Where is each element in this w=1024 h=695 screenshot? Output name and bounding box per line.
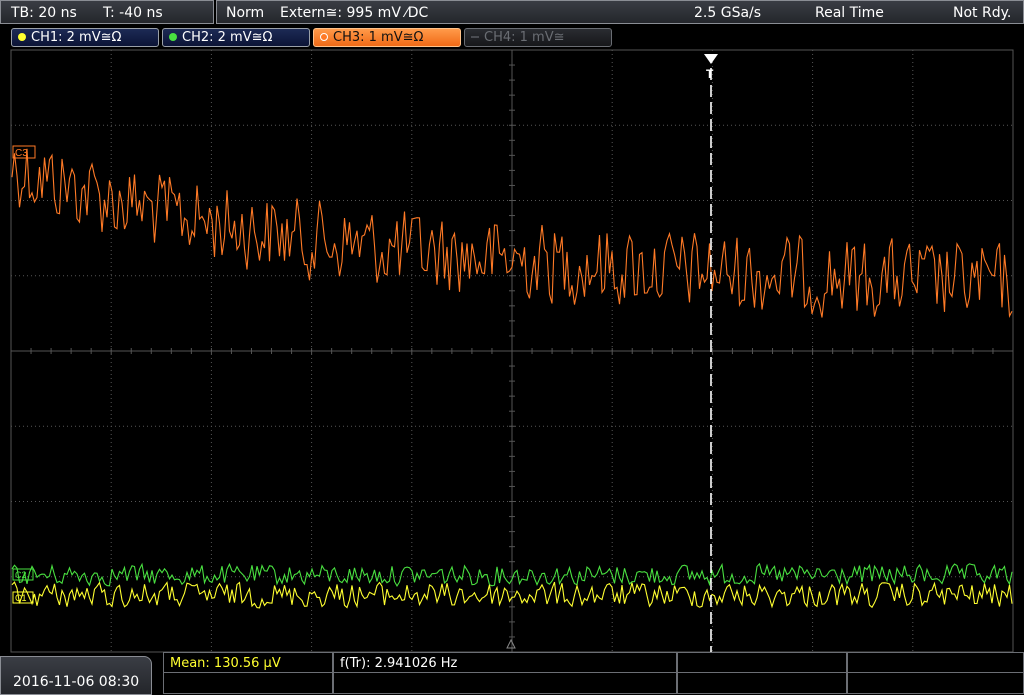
channel-1-marker-label: C1 [15,593,27,603]
trigger-position-icon[interactable] [704,54,718,64]
datetime-readout: 2016-11-06 08:30 [13,674,140,690]
datetime-panel: 2016-11-06 08:30 [0,656,152,695]
channel-1-offset-marker[interactable]: C1 [12,591,34,604]
channel-3-marker-label: C3 [15,148,28,159]
graticule [10,49,1014,653]
center-time-icon [506,638,516,649]
frequency-measurement-cell[interactable]: f(Tr): 2.941026 Hz [333,652,677,694]
measurement-slot-3[interactable] [677,652,847,694]
frequency-measurement: f(Tr): 2.941026 Hz [340,656,458,671]
waveform-display[interactable]: T C3 C2 C1 [0,0,1024,695]
measurement-row-divider [163,672,1024,673]
mean-measurement: Mean: 130.56 µV [170,656,281,671]
channel-2-marker-label: C2 [15,570,27,580]
mean-measurement-cell[interactable]: Mean: 130.56 µV [163,652,333,694]
measurement-slot-4[interactable] [847,652,1024,694]
channel-3-offset-marker[interactable]: C3 [12,145,36,159]
trigger-marker-label: T [706,67,714,81]
